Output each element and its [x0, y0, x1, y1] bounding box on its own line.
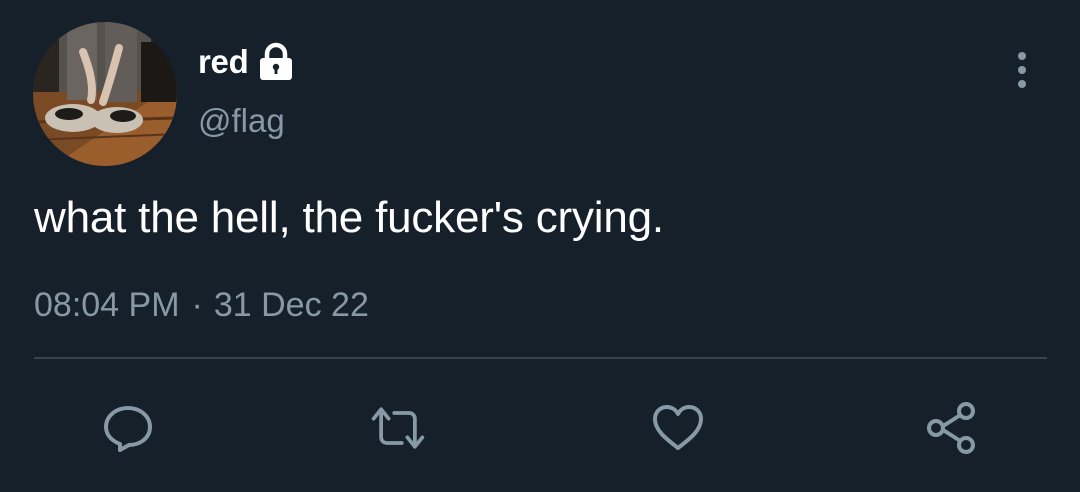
avatar-photo	[33, 22, 177, 166]
divider	[34, 357, 1047, 359]
tweet-card: red @flag what the hell, the fucker's cr…	[0, 0, 1080, 492]
share-button[interactable]	[922, 398, 982, 458]
retweet-icon	[371, 407, 425, 449]
lock-icon	[257, 42, 295, 82]
share-icon	[927, 402, 975, 454]
name-row: red	[198, 40, 295, 84]
reply-button[interactable]	[98, 398, 158, 458]
reply-icon	[104, 406, 152, 452]
display-name[interactable]: red	[198, 43, 249, 81]
user-handle[interactable]: @flag	[198, 102, 285, 140]
tweet-time: 08:04 PM	[34, 286, 180, 324]
tweet-timestamp[interactable]: 08:04 PM · 31 Dec 22	[34, 286, 369, 325]
like-button[interactable]	[648, 398, 708, 458]
like-icon	[653, 405, 703, 450]
retweet-button[interactable]	[368, 398, 428, 458]
tweet-text: what the hell, the fucker's crying.	[34, 193, 664, 242]
meta-separator: ·	[191, 286, 203, 324]
more-options-icon[interactable]	[1006, 50, 1038, 90]
avatar[interactable]	[33, 22, 177, 166]
tweet-date: 31 Dec 22	[213, 286, 369, 324]
